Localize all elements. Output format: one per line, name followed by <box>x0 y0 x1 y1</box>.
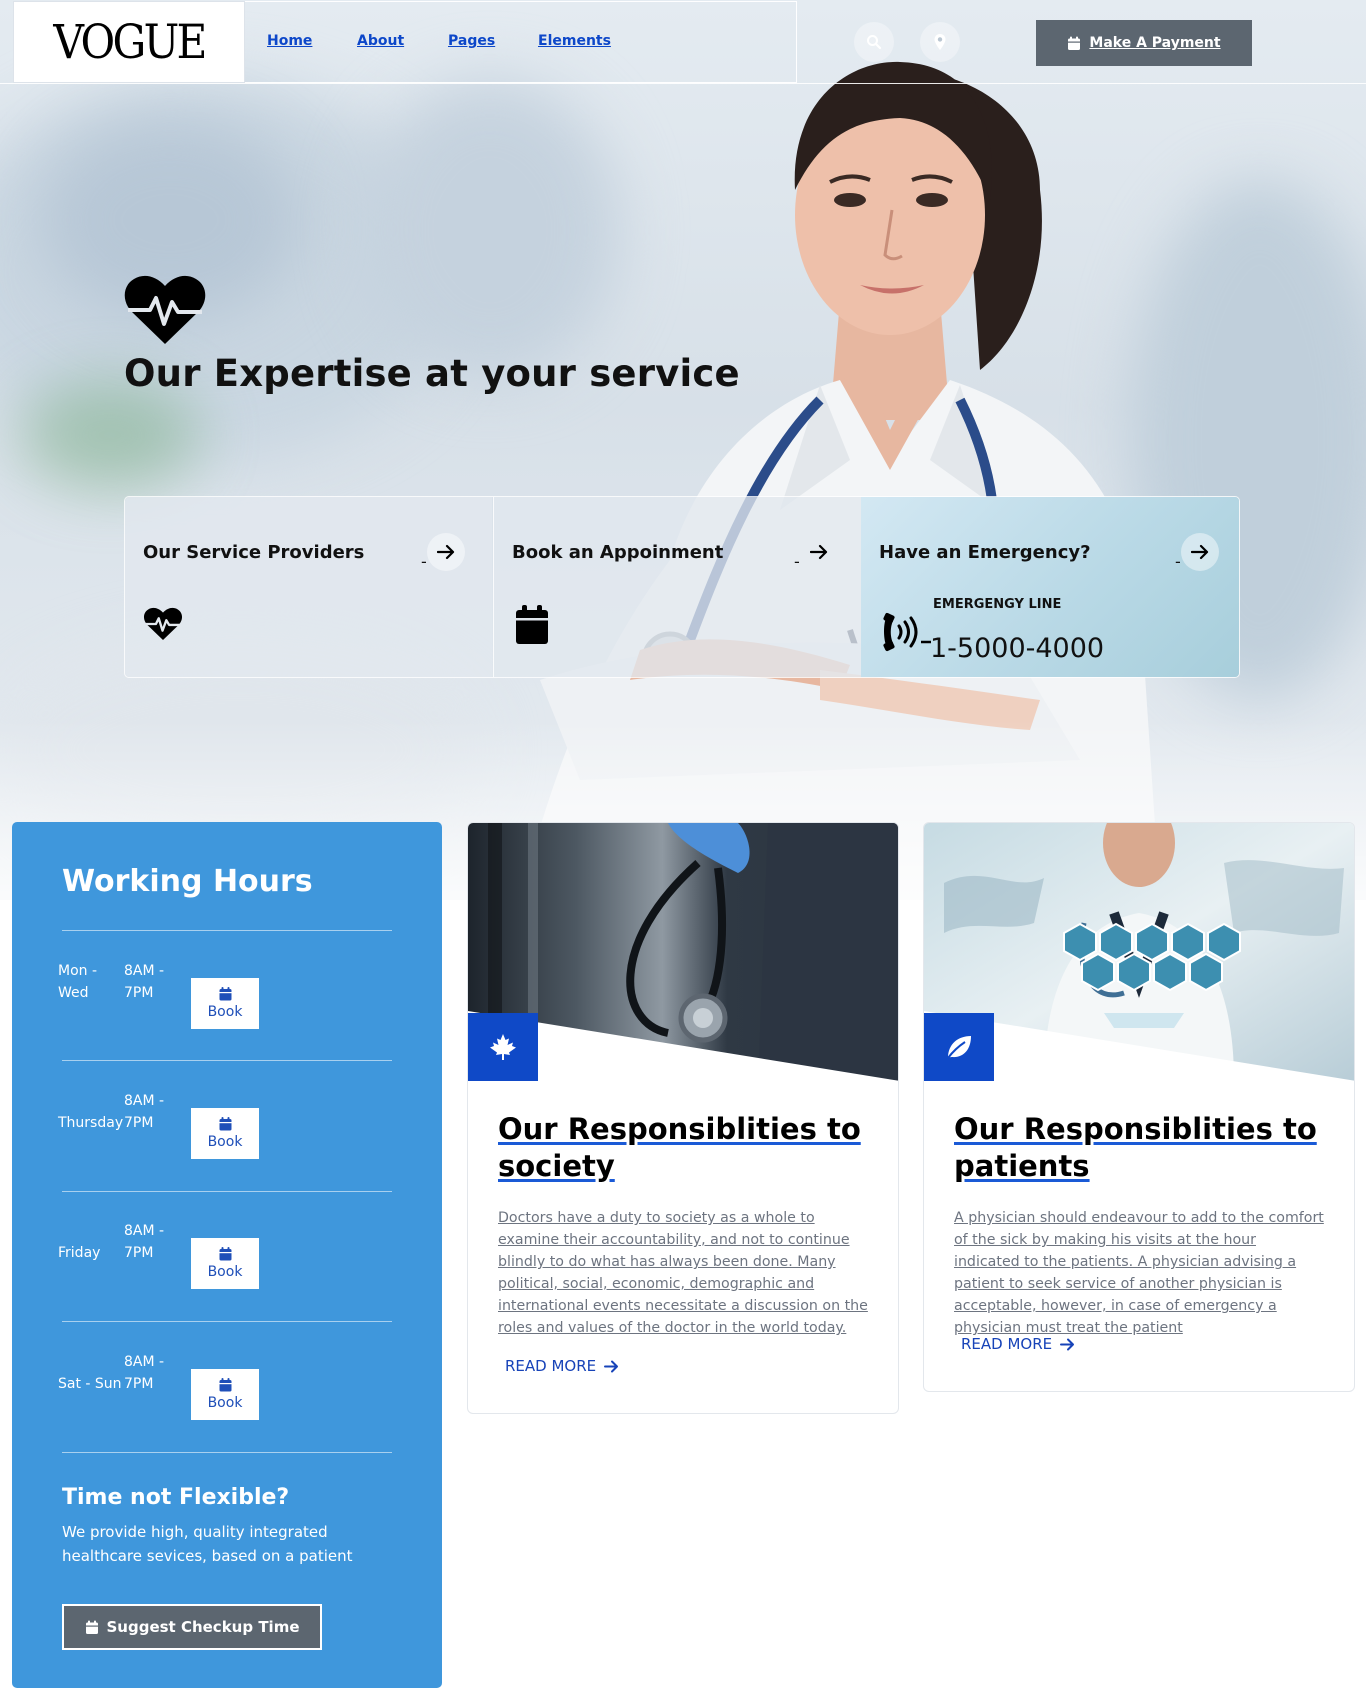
read-more-link[interactable]: READ MORE <box>961 1335 1075 1353</box>
book-button-label: Book <box>207 1395 243 1411</box>
hours-time: 8AM - 7PM <box>124 1223 165 1261</box>
calendar-icon <box>516 605 548 644</box>
search-button[interactable] <box>854 22 894 62</box>
logo-text: VOGUE <box>53 14 207 70</box>
arrow-right-icon <box>810 544 828 560</box>
heartbeat-icon <box>143 607 183 641</box>
calendar-icon <box>1068 36 1081 50</box>
divider <box>62 1452 392 1453</box>
book-button-label: Book <box>207 1004 243 1020</box>
top-navigation: VOGUE Home About Pages Elements Make A P… <box>0 0 1366 84</box>
vogue-logo[interactable]: VOGUE <box>13 1 245 83</box>
map-pin-icon <box>934 34 946 50</box>
divider <box>62 1321 392 1322</box>
arrow-right-icon <box>1191 544 1209 560</box>
suggest-checkup-label: Suggest Checkup Time <box>106 1618 300 1636</box>
divider <box>62 1060 392 1061</box>
dash-separator: - <box>794 552 800 571</box>
working-hours-panel: Working Hours Mon - Wed 8AM - 7PM Book T… <box>12 822 442 1688</box>
hours-time: 8AM - 7PM <box>124 1093 165 1131</box>
nav-link-elements[interactable]: Elements <box>538 33 611 49</box>
maple-leaf-icon <box>490 1034 516 1060</box>
read-more-link[interactable]: READ MORE <box>505 1357 619 1375</box>
responsibility-title[interactable]: Our Responsiblities to society <box>498 1111 868 1185</box>
dash-separator: - <box>1175 552 1181 571</box>
arrow-right-icon <box>437 544 455 560</box>
hours-day: Thursday <box>58 1115 124 1131</box>
service-card-title: Book an Appoinment <box>512 542 724 563</box>
book-button[interactable]: Book <box>191 1369 259 1420</box>
time-not-flexible-title: Time not Flexible? <box>62 1485 290 1510</box>
service-card-appointment[interactable]: Book an Appoinment - <box>493 497 861 677</box>
read-more-label: READ MORE <box>961 1335 1053 1353</box>
service-cards: Our Service Providers - Book an Appoinme… <box>124 496 1240 678</box>
nav-link-home[interactable]: Home <box>267 33 312 49</box>
book-button[interactable]: Book <box>191 1238 259 1289</box>
working-hours-title: Working Hours <box>62 864 313 899</box>
service-card-providers[interactable]: Our Service Providers - <box>125 497 492 677</box>
calendar-icon <box>219 1247 231 1261</box>
nav-link-pages[interactable]: Pages <box>448 33 495 49</box>
hours-time: 8AM - 7PM <box>124 1354 165 1392</box>
emergency-arrow-button[interactable] <box>1181 533 1219 571</box>
book-button-label: Book <box>207 1134 243 1150</box>
suggest-checkup-button[interactable]: Suggest Checkup Time <box>62 1604 322 1650</box>
appointment-arrow-button[interactable] <box>800 533 838 571</box>
calendar-icon <box>219 1117 231 1131</box>
responsibility-title[interactable]: Our Responsiblities to patients <box>954 1111 1324 1185</box>
calendar-icon <box>219 1378 231 1392</box>
responsibility-card-patients: Our Responsiblities to patients A physic… <box>923 822 1355 1392</box>
service-card-title: Have an Emergency? <box>879 542 1091 563</box>
responsibility-text: Doctors have a duty to society as a whol… <box>498 1210 868 1336</box>
book-button-label: Book <box>207 1264 243 1280</box>
book-button[interactable]: Book <box>191 1108 259 1159</box>
read-more-label: READ MORE <box>505 1357 597 1375</box>
hero-title: Our Expertise at your service <box>124 352 740 395</box>
time-not-flexible-text: We provide high, quality integrated heal… <box>62 1523 353 1565</box>
divider <box>62 930 392 931</box>
emergency-line-label: EMERGENGY LINE <box>933 597 1062 612</box>
divider <box>62 1191 392 1192</box>
hours-time: 8AM - 7PM <box>124 963 165 1001</box>
heartbeat-icon <box>124 275 206 344</box>
make-payment-label: Make A Payment <box>1089 35 1221 51</box>
hours-day: Friday <box>58 1245 101 1261</box>
service-providers-arrow-button[interactable] <box>427 533 465 571</box>
responsibility-card-society: Our Responsiblities to society Doctors h… <box>467 822 899 1414</box>
responsibility-text: A physician should endeavour to add to t… <box>954 1210 1324 1336</box>
leaf-icon <box>947 1036 971 1059</box>
hours-day: Mon - Wed <box>58 963 98 1001</box>
card-badge <box>924 1013 994 1081</box>
hero-section <box>0 0 1366 900</box>
nav-link-about[interactable]: About <box>357 33 404 49</box>
calendar-icon <box>219 987 231 1001</box>
make-payment-button[interactable]: Make A Payment <box>1036 20 1252 66</box>
arrow-right-icon <box>1060 1338 1075 1350</box>
search-icon <box>867 35 882 50</box>
card-badge <box>468 1013 538 1081</box>
calendar-icon <box>85 1620 98 1634</box>
phone-volume-icon <box>883 612 931 652</box>
emergency-phone-number[interactable]: 1-5000-4000 <box>930 633 1104 664</box>
hours-day: Sat - Sun <box>58 1376 122 1392</box>
dash-separator: - <box>421 552 427 571</box>
book-button[interactable]: Book <box>191 978 259 1029</box>
arrow-right-icon <box>604 1360 619 1372</box>
service-card-title: Our Service Providers <box>143 542 365 563</box>
location-button[interactable] <box>920 22 960 62</box>
service-card-emergency[interactable]: Have an Emergency? - EMERGENGY LINE 1-50… <box>861 497 1239 677</box>
